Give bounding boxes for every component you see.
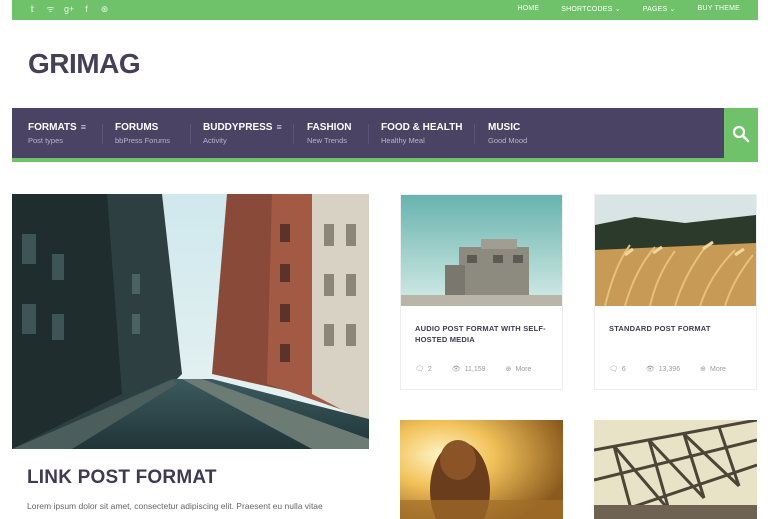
more-link[interactable]: More bbox=[710, 366, 726, 373]
plus-circle-icon[interactable]: ⊕ bbox=[700, 365, 706, 373]
post-card-title[interactable]: STANDARD POST FORMAT bbox=[609, 323, 749, 334]
post-card-title[interactable]: AUDIO POST FORMAT WITH SELF-HOSTED MEDIA bbox=[415, 323, 555, 345]
nav-divider bbox=[474, 124, 475, 144]
chevron-down-icon: ⌄ bbox=[614, 6, 621, 13]
nav-item-food-health[interactable]: FOOD & HEALTH Healthy Meal bbox=[381, 122, 462, 145]
eye-icon: 👁 bbox=[451, 366, 461, 373]
site-logo[interactable]: GRIMAG bbox=[28, 48, 141, 80]
post-card: AUDIO POST FORMAT WITH SELF-HOSTED MEDIA… bbox=[400, 194, 563, 390]
facebook-icon[interactable]: f bbox=[82, 4, 91, 15]
sunset-portrait-image bbox=[400, 420, 563, 519]
eye-icon: 👁 bbox=[645, 366, 655, 373]
rss-icon[interactable]: ᯤ bbox=[46, 4, 55, 15]
nav-divider bbox=[190, 124, 191, 144]
comment-icon: 🗨 bbox=[609, 366, 618, 373]
top-menu-pages[interactable]: PAGES ⌄ bbox=[643, 5, 676, 13]
post-card-image[interactable] bbox=[400, 420, 563, 519]
search-button[interactable] bbox=[724, 108, 758, 162]
nav-item-forums[interactable]: FORUMS bbPress Forums bbox=[115, 122, 170, 145]
comment-icon: 🗨 bbox=[415, 366, 424, 373]
post-card-image[interactable] bbox=[401, 195, 562, 306]
nav-divider bbox=[368, 124, 369, 144]
nav-divider bbox=[293, 124, 294, 144]
top-menu-home[interactable]: HOME bbox=[517, 5, 539, 13]
nav-item-formats[interactable]: FORMATS ≡ Post types bbox=[28, 122, 86, 145]
search-icon bbox=[732, 125, 750, 143]
more-link[interactable]: More bbox=[515, 366, 531, 373]
dribbble-icon[interactable]: ⊛ bbox=[100, 4, 109, 15]
menu-icon: ≡ bbox=[276, 122, 282, 132]
post-card-meta: 🗨 6 👁 13,396 ⊕ More bbox=[609, 365, 726, 374]
menu-icon: ≡ bbox=[80, 122, 86, 132]
nav-item-fashion[interactable]: FASHION New Trends bbox=[307, 122, 351, 145]
top-menu-buy-theme[interactable]: BUY THEME bbox=[698, 5, 740, 13]
featured-post-title[interactable]: LINK POST FORMAT bbox=[27, 467, 217, 489]
wheat-field-image bbox=[595, 195, 756, 306]
top-bar: 𝕥 ᯤ g+ f ⊛ HOME SHORTCODES ⌄ PAGES ⌄ BUY… bbox=[12, 0, 758, 20]
tower-image bbox=[401, 195, 562, 306]
chevron-down-icon: ⌄ bbox=[669, 6, 676, 13]
top-menu-shortcodes[interactable]: SHORTCODES ⌄ bbox=[561, 5, 621, 13]
post-card: STANDARD POST FORMAT 🗨 6 👁 13,396 ⊕ More bbox=[594, 194, 757, 390]
featured-post-image[interactable] bbox=[12, 194, 369, 449]
nav-divider bbox=[102, 124, 103, 144]
main-nav: FORMATS ≡ Post types FORUMS bbPress Forum… bbox=[12, 108, 724, 158]
twitter-icon[interactable]: 𝕥 bbox=[28, 4, 37, 15]
post-card-meta: 🗨 2 👁 11,159 ⊕ More bbox=[415, 365, 532, 374]
top-menu: HOME SHORTCODES ⌄ PAGES ⌄ BUY THEME bbox=[517, 5, 740, 13]
post-card-image[interactable] bbox=[595, 195, 756, 306]
google-plus-icon[interactable]: g+ bbox=[64, 4, 74, 15]
nav-item-buddypress[interactable]: BUDDYPRESS ≡ Activity bbox=[203, 122, 282, 145]
social-links: 𝕥 ᯤ g+ f ⊛ bbox=[28, 4, 109, 15]
nav-accent-line bbox=[12, 158, 758, 162]
featured-post-excerpt: Lorem ipsum dolor sit amet, consectetur … bbox=[27, 501, 323, 511]
nav-item-music[interactable]: MUSIC Good Mood bbox=[488, 122, 527, 145]
bridge-image bbox=[594, 420, 757, 519]
plus-circle-icon[interactable]: ⊕ bbox=[506, 365, 512, 373]
city-street-image bbox=[12, 194, 369, 449]
post-card-image[interactable] bbox=[594, 420, 757, 519]
